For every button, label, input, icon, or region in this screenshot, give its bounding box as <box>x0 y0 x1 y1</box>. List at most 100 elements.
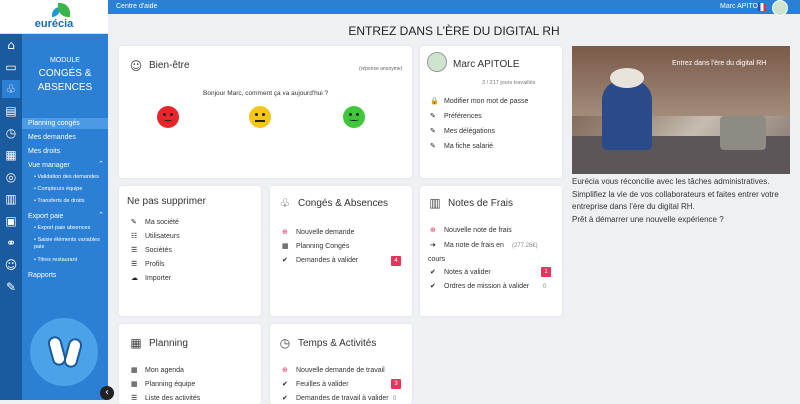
wellbeing-title: Bien-être <box>149 60 190 71</box>
sidebar-item-saisie-elements[interactable]: • Saisie éléments variables paie <box>22 237 108 255</box>
handshake-icon[interactable]: ⚭ <box>2 234 20 252</box>
french-flag-icon[interactable] <box>758 3 766 11</box>
module-kicker: MODULE <box>50 57 80 64</box>
sidebar-item-label: Export paie absences <box>37 225 91 231</box>
presentation-icon[interactable]: ▣ <box>2 212 20 230</box>
leave-card-title: Congés & Absences <box>298 198 389 209</box>
folder-icon[interactable]: ▭ <box>2 58 20 76</box>
sidebar-item-validation-demandes[interactable]: • Validation des demandes <box>22 174 108 183</box>
list-icon: ☰ <box>131 246 138 254</box>
plus-circle-icon: ⊕ <box>430 226 436 234</box>
sidebar-item-label: Vue manager <box>28 162 70 169</box>
wellbeing-question: Bonjour Marc, comment ça va aujourd'hui … <box>203 90 329 97</box>
calendar-icon: ▦ <box>130 336 142 350</box>
planning-card: ▦ Planning ▦ Mon agenda ▦ Planning équip… <box>119 324 261 404</box>
logo-leaf-green <box>58 3 70 17</box>
wrench-icon[interactable]: ✎ <box>2 278 20 296</box>
cloud-upload-icon: ☁ <box>131 274 138 282</box>
collapse-sidebar-button[interactable]: ‹ <box>100 386 114 400</box>
home-icon[interactable]: ⌂ <box>2 36 20 54</box>
flipflops-illustration <box>30 318 98 386</box>
eye-right <box>356 113 359 116</box>
photo-child-shape <box>602 80 652 150</box>
sheets-to-validate-link[interactable]: Feuilles à valider <box>296 381 349 388</box>
calendar-icon[interactable]: ▦ <box>2 146 20 164</box>
sidebar-item-label: Validation des demandes <box>37 174 99 180</box>
team-planning-link[interactable]: Planning équipe <box>145 381 195 388</box>
sidebar-item-mes-droits[interactable]: Mes droits <box>22 146 108 157</box>
sidebar-item-rapports[interactable]: Rapports <box>22 270 108 281</box>
icon-rail: ⌂ ▭ ♧ ▤ ◷ ▦ ◎ ▥ ▣ ⚭ ☺ ✎ <box>0 0 22 400</box>
time-card: ◷ Temps & Activités ⊕ Nouvelle demande d… <box>270 324 412 404</box>
flipflops-icon[interactable]: ♧ <box>2 80 20 98</box>
new-request-link[interactable]: Nouvelle demande <box>296 229 354 236</box>
sidebar-item-label: Export paie <box>28 213 64 220</box>
module-title-line-2: ABSENCES <box>37 82 93 93</box>
check-icon: ✔ <box>282 380 288 388</box>
eye-left <box>163 113 166 116</box>
flipflop-right-shape <box>62 336 84 370</box>
users-link[interactable]: Utilisateurs <box>145 233 180 240</box>
work-requests-to-validate-link[interactable]: Demandes de travail à valider <box>296 395 389 402</box>
notes-to-validate-link[interactable]: Notes à valider <box>444 269 491 276</box>
chevron-up-icon: ⌃ <box>98 161 104 168</box>
profiles-link[interactable]: Profils <box>145 261 164 268</box>
eye-left <box>255 113 258 116</box>
sidebar-item-titres-restaurant[interactable]: • Titres restaurant <box>22 257 108 266</box>
pencil-icon: ✎ <box>131 218 137 226</box>
sidebar-item-compteurs-equipe[interactable]: • Compteurs équipe <box>22 186 108 195</box>
employee-file-link[interactable]: Ma fiche salarié <box>444 143 493 150</box>
document-icon[interactable]: ▤ <box>2 102 20 120</box>
missions-to-validate-link[interactable]: Ordres de mission à valider <box>444 283 529 290</box>
delegations-link[interactable]: Mes délégations <box>444 128 495 135</box>
logo-text: eurécia <box>34 18 74 30</box>
promo-photo: Entrez dans l'ère du digital RH <box>572 46 790 174</box>
avatar[interactable] <box>772 0 788 16</box>
sidebar-item-mes-demandes[interactable]: Mes demandes <box>22 132 108 143</box>
page-title: ENTREZ DANS L’ÈRE DU DIGITAL RH <box>348 24 560 38</box>
leave-card: ♧ Congés & Absences ⊕ Nouvelle demande ▦… <box>270 186 412 316</box>
check-icon: ✔ <box>282 394 288 402</box>
new-work-request-link[interactable]: Nouvelle demande de travail <box>296 367 385 374</box>
smiley-icon[interactable]: ☺ <box>2 256 20 274</box>
planning-card-title: Planning <box>149 338 188 349</box>
preferences-link[interactable]: Préférences <box>444 113 482 120</box>
pencil-icon: ✎ <box>430 112 436 120</box>
mouth <box>163 120 173 123</box>
eye-right <box>170 113 173 116</box>
companies-link[interactable]: Sociétés <box>145 247 172 254</box>
sidebar-item-export-paie-absences[interactable]: • Export paie absences <box>22 225 108 234</box>
requests-to-validate-link[interactable]: Demandes à valider <box>296 257 358 264</box>
count-badge: 3 <box>391 379 401 389</box>
help-center-link[interactable]: Centre d'aide <box>116 3 157 10</box>
change-password-link[interactable]: Modifier mon mot de passe <box>444 98 528 105</box>
mouth <box>349 118 359 121</box>
sidebar-item-label: Titres restaurant <box>37 257 78 263</box>
sidebar-item-vue-manager[interactable]: Vue manager ⌃ <box>22 160 108 171</box>
company-link[interactable]: Ma société <box>145 219 179 226</box>
promo-question: Prêt à démarrer une nouvelle expérience … <box>572 214 724 224</box>
sad-face-button[interactable] <box>157 106 179 128</box>
clock-icon[interactable]: ◷ <box>2 124 20 142</box>
count-badge: 1 <box>541 267 551 277</box>
import-link[interactable]: Importer <box>145 275 171 282</box>
admin-card-title: Ne pas supprimer <box>127 196 206 207</box>
calculator-icon[interactable]: ▥ <box>2 190 20 208</box>
calendar-icon: ▦ <box>282 242 289 250</box>
sidebar-item-export-paie[interactable]: Export paie ⌃ <box>22 211 108 222</box>
my-agenda-link[interactable]: Mon agenda <box>145 367 184 374</box>
happy-face-button[interactable] <box>343 106 365 128</box>
current-expense-link-continued[interactable]: cours <box>428 256 445 263</box>
count-zero: 0 <box>543 284 547 290</box>
eurecia-logo[interactable]: eurécia <box>0 0 108 34</box>
photo-helmet-shape <box>610 68 644 88</box>
medal-icon[interactable]: ◎ <box>2 168 20 186</box>
profile-name: Marc APITOLE <box>453 59 520 70</box>
neutral-face-button[interactable] <box>249 106 271 128</box>
activities-list-link[interactable]: Liste des activités <box>145 395 200 402</box>
sidebar-item-transferts-droits[interactable]: • Transferts de droits <box>22 198 108 207</box>
leave-planning-link[interactable]: Planning Congés <box>296 243 349 250</box>
current-expense-link[interactable]: Ma note de frais en <box>444 242 504 249</box>
sidebar-item-planning-conges[interactable]: Planning congés <box>22 118 108 129</box>
new-expense-link[interactable]: Nouvelle note de frais <box>444 227 512 234</box>
